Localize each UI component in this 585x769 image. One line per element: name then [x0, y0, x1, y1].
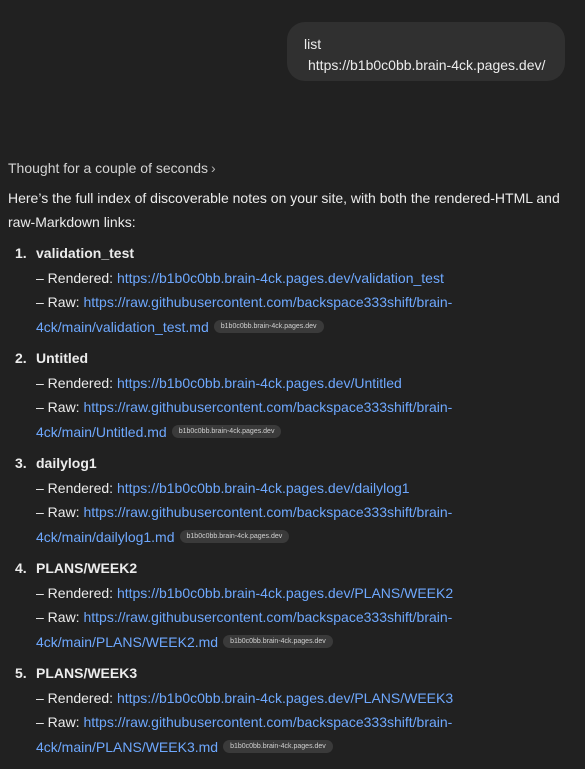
raw-label: – Raw: — [36, 504, 84, 520]
list-number: 1. — [15, 245, 27, 261]
raw-link-continued[interactable]: 4ck/main/Untitled.md — [36, 424, 167, 440]
note-title: PLANS/WEEK3 — [36, 665, 138, 681]
raw-link-continued[interactable]: 4ck/main/validation_test.md — [36, 319, 209, 335]
list-number: 4. — [15, 560, 27, 576]
raw-row-continued: 4ck/main/Untitled.md b1b0c0bb.brain-4ck.p… — [36, 420, 282, 444]
list-number: 3. — [15, 455, 27, 471]
rendered-label: – Rendered: — [36, 585, 117, 601]
raw-link[interactable]: https://raw.githubusercontent.com/backsp… — [83, 504, 452, 520]
raw-row: – Raw: https://raw.githubusercontent.com… — [36, 395, 452, 419]
raw-link[interactable]: https://raw.githubusercontent.com/backsp… — [83, 609, 452, 625]
notes-list: 1. validation_test – Rendered: https://b… — [0, 241, 585, 766]
user-message-bubble: list https://b1b0c0bb.brain-4ck.pages.de… — [287, 22, 565, 81]
thought-label: Thought for a couple of seconds — [8, 160, 209, 176]
rendered-row: – Rendered: https://b1b0c0bb.brain-4ck.p… — [36, 581, 453, 605]
rendered-row: – Rendered: https://b1b0c0bb.brain-4ck.p… — [36, 266, 444, 290]
raw-link-continued[interactable]: 4ck/main/dailylog1.md — [36, 529, 175, 545]
raw-label: – Raw: — [36, 399, 84, 415]
raw-link[interactable]: https://raw.githubusercontent.com/backsp… — [83, 714, 452, 730]
rendered-row: – Rendered: https://b1b0c0bb.brain-4ck.p… — [36, 476, 410, 500]
source-chip[interactable]: b1b0c0bb.brain-4ck.pages.dev — [223, 740, 333, 754]
note-title: Untitled — [36, 350, 89, 366]
rendered-link[interactable]: https://b1b0c0bb.brain-4ck.pages.dev/PLA… — [117, 585, 453, 601]
raw-row: – Raw: https://raw.githubusercontent.com… — [36, 290, 452, 314]
rendered-label: – Rendered: — [36, 270, 117, 286]
raw-label: – Raw: — [36, 294, 84, 310]
raw-label: – Raw: — [36, 609, 84, 625]
source-chip[interactable]: b1b0c0bb.brain-4ck.pages.dev — [171, 425, 282, 439]
source-chip[interactable]: b1b0c0bb.brain-4ck.pages.dev — [223, 635, 333, 649]
thought-toggle[interactable]: Thought for a couple of seconds › — [8, 158, 216, 178]
list-number: 2. — [15, 350, 27, 366]
note-title: PLANS/WEEK2 — [36, 560, 138, 576]
source-chip[interactable]: b1b0c0bb.brain-4ck.pages.dev — [179, 530, 290, 544]
rendered-label: – Rendered: — [36, 480, 117, 496]
rendered-link[interactable]: https://b1b0c0bb.brain-4ck.pages.dev/PLA… — [117, 690, 453, 706]
list-item: 5. PLANS/WEEK3 – Rendered: https://b1b0c… — [0, 661, 585, 766]
list-item: 2. Untitled – Rendered: https://b1b0c0bb… — [0, 346, 585, 451]
response-intro: Here’s the full index of discoverable no… — [8, 190, 560, 230]
rendered-link[interactable]: https://b1b0c0bb.brain-4ck.pages.dev/dai… — [117, 480, 410, 496]
rendered-link[interactable]: https://b1b0c0bb.brain-4ck.pages.dev/val… — [117, 270, 444, 286]
user-message-line1: list — [304, 36, 322, 52]
user-message-line2: https://b1b0c0bb.brain-4ck.pages.dev/ — [308, 57, 546, 73]
raw-link-continued[interactable]: 4ck/main/PLANS/WEEK2.md — [36, 634, 218, 650]
note-title: dailylog1 — [36, 455, 97, 471]
raw-row-continued: 4ck/main/validation_test.md b1b0c0bb.brai… — [36, 315, 324, 339]
raw-row: – Raw: https://raw.githubusercontent.com… — [36, 500, 452, 524]
chevron-right-icon: › — [211, 160, 216, 176]
list-item: 3. dailylog1 – Rendered: https://b1b0c0b… — [0, 451, 585, 556]
raw-link-continued[interactable]: 4ck/main/PLANS/WEEK3.md — [36, 739, 218, 755]
rendered-label: – Rendered: — [36, 690, 117, 706]
rendered-label: – Rendered: — [36, 375, 117, 391]
source-chip[interactable]: b1b0c0bb.brain-4ck.pages.dev — [213, 320, 324, 334]
raw-label: – Raw: — [36, 714, 84, 730]
raw-row-continued: 4ck/main/dailylog1.md b1b0c0bb.brain-4ck.… — [36, 525, 290, 549]
raw-row: – Raw: https://raw.githubusercontent.com… — [36, 710, 452, 734]
list-number: 5. — [15, 665, 27, 681]
raw-link[interactable]: https://raw.githubusercontent.com/backsp… — [83, 294, 452, 310]
raw-row-continued: 4ck/main/PLANS/WEEK2.md b1b0c0bb.brain-4c… — [36, 630, 333, 654]
raw-link[interactable]: https://raw.githubusercontent.com/backsp… — [83, 399, 452, 415]
rendered-row: – Rendered: https://b1b0c0bb.brain-4ck.p… — [36, 371, 402, 395]
list-item: 4. PLANS/WEEK2 – Rendered: https://b1b0c… — [0, 556, 585, 661]
chat-page: list https://b1b0c0bb.brain-4ck.pages.de… — [0, 0, 585, 769]
raw-row: – Raw: https://raw.githubusercontent.com… — [36, 605, 452, 629]
note-title: validation_test — [36, 245, 135, 261]
rendered-link[interactable]: https://b1b0c0bb.brain-4ck.pages.dev/Unt… — [117, 375, 402, 391]
raw-row-continued: 4ck/main/PLANS/WEEK3.md b1b0c0bb.brain-4c… — [36, 735, 333, 759]
rendered-row: – Rendered: https://b1b0c0bb.brain-4ck.p… — [36, 686, 453, 710]
list-item: 1. validation_test – Rendered: https://b… — [0, 241, 585, 346]
